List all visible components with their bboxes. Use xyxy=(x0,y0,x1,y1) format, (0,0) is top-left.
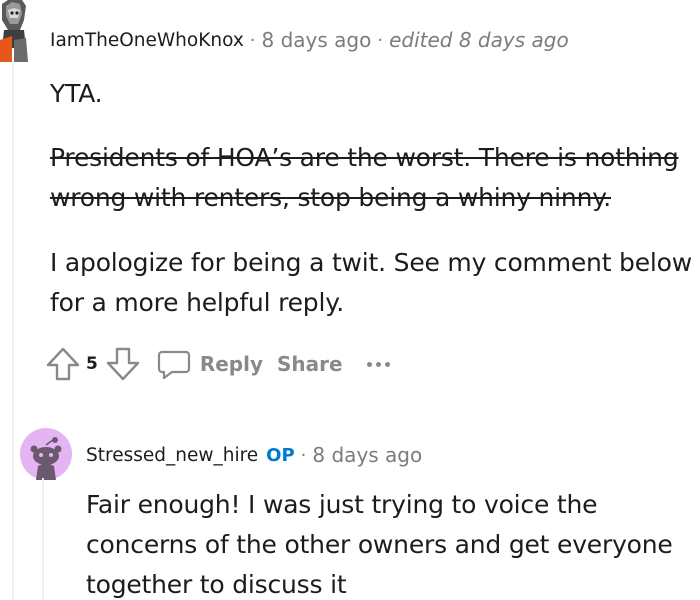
upvote-arrow-icon xyxy=(46,347,80,381)
reply-header: Stressed_new_hire OP · 8 days ago xyxy=(86,440,422,470)
comment-header: IamTheOneWhoKnox · 8 days ago · edited 8… xyxy=(50,25,569,55)
comment-action-bar: 5 Reply Share xyxy=(44,342,390,386)
share-button[interactable]: Share xyxy=(277,352,343,376)
snoo-avatar-icon xyxy=(0,0,28,62)
vote-count: 5 xyxy=(86,354,98,374)
default-snoo-avatar-icon xyxy=(20,428,72,480)
upvote-button[interactable] xyxy=(44,345,82,383)
thread-line[interactable] xyxy=(12,64,14,600)
comment-thread: IamTheOneWhoKnox · 8 days ago · edited 8… xyxy=(0,0,700,600)
downvote-arrow-icon xyxy=(106,347,140,381)
reply-user-avatar[interactable] xyxy=(20,428,72,480)
reply-button[interactable]: Reply xyxy=(156,346,263,382)
share-label: Share xyxy=(277,352,343,376)
op-badge: OP xyxy=(266,444,295,466)
edited-label: edited 8 days ago xyxy=(389,28,569,52)
header-separator: · xyxy=(377,29,384,51)
reply-username[interactable]: Stressed_new_hire xyxy=(86,445,258,466)
user-avatar[interactable] xyxy=(0,0,28,62)
ellipsis-dot xyxy=(384,361,390,367)
header-separator: · xyxy=(249,29,256,51)
reply-text: Fair enough! I was just trying to voice … xyxy=(86,490,673,599)
comment-username[interactable]: IamTheOneWhoKnox xyxy=(50,30,244,51)
reply-timestamp[interactable]: 8 days ago xyxy=(312,443,422,467)
comment-text-verdict: YTA. xyxy=(50,79,103,108)
downvote-button[interactable] xyxy=(104,345,142,383)
more-options-button[interactable] xyxy=(366,349,390,379)
comment-text-apology: I apologize for being a twit. See my com… xyxy=(50,248,692,317)
reply-thread-line[interactable] xyxy=(42,478,44,600)
speech-bubble-icon xyxy=(157,350,190,380)
ellipsis-dot xyxy=(366,361,372,367)
reply-label: Reply xyxy=(199,352,264,376)
header-separator: · xyxy=(300,444,307,466)
ellipsis-dot xyxy=(375,361,381,367)
comment-text-struck: Presidents of HOA’s are the worst. There… xyxy=(50,143,679,212)
comment-timestamp[interactable]: 8 days ago xyxy=(262,28,372,52)
